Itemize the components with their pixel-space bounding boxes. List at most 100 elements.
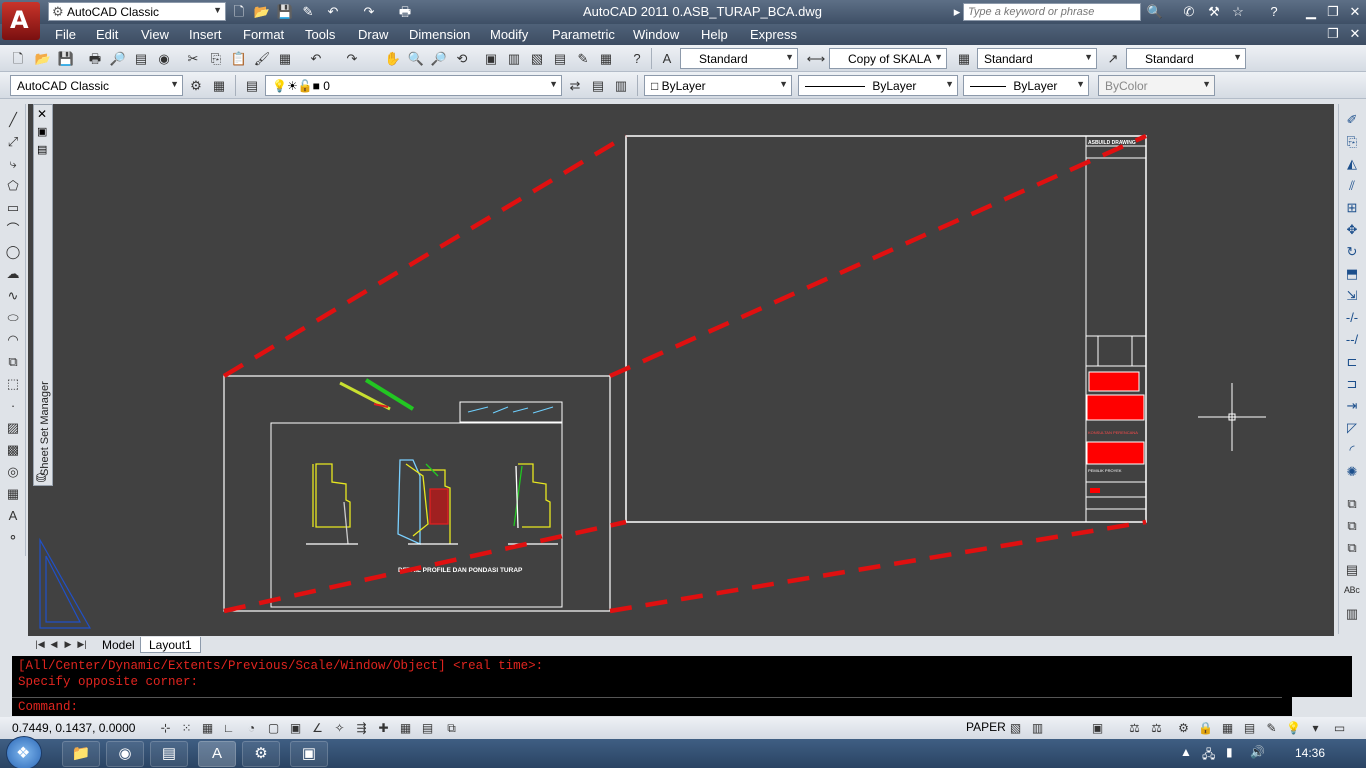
extend-icon[interactable]: --/ [1342,330,1362,350]
plot-style-select[interactable]: ByColor ▼ [1098,75,1215,96]
make-current-layer-icon[interactable]: ⇄ [565,76,585,95]
break-at-point-icon[interactable]: ⊏ [1342,352,1362,372]
tab-model[interactable]: Model [94,637,143,653]
firefox-icon[interactable]: ◉ [106,741,144,767]
add-selected-icon[interactable]: ⚬ [3,528,23,548]
multileader-style-select[interactable]: Standard ▼ [1126,48,1246,69]
status-menu-icon[interactable]: ▾ [1306,719,1325,737]
redo-icon[interactable]: ↷ [360,3,378,21]
subscription-icon[interactable]: ⚒ [1205,3,1223,21]
revision-cloud-icon[interactable]: ☁ [3,264,23,284]
spline-icon[interactable]: ∿ [3,286,23,306]
3d-object-snap-icon[interactable]: ▣ [286,719,305,737]
workspace-switching-icon[interactable]: ⚙ [1174,719,1193,737]
gradient-icon[interactable]: ▩ [3,440,23,460]
erase-icon[interactable]: ✐ [1342,110,1362,130]
menu-file[interactable]: File [55,27,76,42]
rectangle-icon[interactable]: ▭ [3,198,23,218]
redo-icon[interactable]: ↷ [342,49,362,68]
workspace-settings-icon[interactable]: ⚙ [186,76,206,95]
copy-icon[interactable]: ⎘ [206,49,226,68]
menu-tools[interactable]: Tools [305,27,335,42]
grid-display-icon[interactable]: ▦ [198,719,217,737]
publish-icon[interactable]: ▤ [131,49,151,68]
infer-constraints-icon[interactable]: ⊹ [156,719,175,737]
palette-properties-icon[interactable]: ▤ [37,143,47,156]
hardware-acceleration-icon[interactable]: ▦ [1218,719,1237,737]
join-icon[interactable]: ⇥ [1342,396,1362,416]
undo-icon[interactable]: ↶ [306,49,326,68]
help-icon[interactable]: ? [1265,3,1283,21]
sheet-set-icon[interactable]: ▤ [550,49,570,68]
construction-line-icon[interactable]: ⤢ [3,132,23,152]
network-tray-icon[interactable]: 🖧 [1202,745,1215,766]
command-scrollbar[interactable] [1292,697,1352,716]
cut-icon[interactable]: ✂ [183,49,203,68]
workspace-combo[interactable]: AutoCAD Classic ▼ [10,75,183,96]
isolate-objects-icon[interactable]: ▤ [1240,719,1259,737]
menu-draw[interactable]: Draw [358,27,388,42]
scale-icon[interactable]: ⬒ [1342,264,1362,284]
selection-cycling-icon[interactable]: ⧉ [442,719,461,737]
taskbar-clock[interactable]: 14:36 [1295,746,1325,760]
menu-parametric[interactable]: Parametric [552,27,615,42]
open-icon[interactable]: 📂 [33,49,53,68]
zoom-realtime-icon[interactable]: 🔍 [406,49,426,68]
multiline-text-icon[interactable]: A [3,506,23,526]
sheet-set-manager-palette[interactable]: ✕ ▣ ▤ Sheet Set Manager ⛁ [33,104,53,486]
layer-state-icon[interactable]: ▥ [611,76,631,95]
doc-restore-button[interactable]: ❐ [1322,25,1344,42]
minimize-button[interactable]: ▁ [1300,3,1322,20]
sheet-set-icon[interactable]: ⛁ [36,471,46,485]
dynamic-input-icon[interactable]: ⇶ [352,719,371,737]
plot-icon[interactable]: 🖶 [396,3,414,21]
save-icon[interactable]: 💾 [56,49,76,68]
open-file-icon[interactable]: 📂 [253,3,271,21]
quick-view-layouts-icon[interactable]: ▧ [1006,719,1025,737]
pan-icon[interactable]: ✋ [383,49,403,68]
spell-check-icon[interactable]: ᴬᴮᶜ [1342,582,1362,602]
plot-preview-icon[interactable]: 🔎 [108,49,128,68]
table-icon[interactable]: ▦ [3,484,23,504]
transparency-icon[interactable]: ▦ [396,719,415,737]
circle-icon[interactable]: ◯ [3,242,23,262]
undo-icon[interactable]: ↶ [324,3,342,21]
lineweight-select[interactable]: ByLayer ▼ [963,75,1089,96]
bring-front-icon[interactable]: ⧉ [1342,516,1362,536]
last-tab-icon[interactable]: ▶| [76,638,88,651]
annotation-visibility-icon[interactable]: ⚖ [1147,719,1166,737]
design-center-icon[interactable]: ▥ [504,49,524,68]
signal-tray-icon[interactable]: ▮ [1226,745,1233,759]
auto-hide-icon[interactable]: ▣ [37,125,47,138]
color-select[interactable]: □ ByLayer ▼ [644,75,792,96]
send-back-icon[interactable]: ⧉ [1342,538,1362,558]
array-icon[interactable]: ⊞ [1342,198,1362,218]
ellipse-icon[interactable]: ⬭ [3,308,23,328]
quick-properties-icon[interactable]: ▤ [418,719,437,737]
menu-window[interactable]: Window [633,27,679,42]
object-snap-tracking-icon[interactable]: ∠ [308,719,327,737]
layer-previous-icon[interactable]: ▤ [588,76,608,95]
3d-dwf-icon[interactable]: ◉ [154,49,174,68]
start-button[interactable]: ❖ [6,736,42,768]
save-icon[interactable]: 💾 [276,3,294,21]
linetype-select[interactable]: ByLayer ▼ [798,75,958,96]
hatch-icon[interactable]: ▨ [3,418,23,438]
text-above-icon[interactable]: ▤ [1342,560,1362,580]
quick-view-drawings-icon[interactable]: ▥ [1028,719,1047,737]
zoom-window-icon[interactable]: 🔎 [429,49,449,68]
offset-icon[interactable]: ⫽ [1342,176,1362,196]
save-as-icon[interactable]: ✎ [299,3,317,21]
status-bulb-icon[interactable]: 💡 [1284,719,1303,737]
palette-close-icon[interactable]: ✕ [37,107,47,121]
tool-palettes-icon[interactable]: ▧ [527,49,547,68]
explode-icon[interactable]: ✺ [1342,462,1362,482]
text-style-select[interactable]: Standard ▼ [680,48,798,69]
rotate-icon[interactable]: ↻ [1342,242,1362,262]
next-tab-icon[interactable]: ▶ [62,638,74,651]
text-style-icon[interactable]: A [657,49,677,68]
insert-block-icon[interactable]: ⧉ [3,352,23,372]
workspace-select[interactable]: ⚙ AutoCAD Classic ▼ [48,2,226,21]
break-icon[interactable]: ⊐ [1342,374,1362,394]
communication-center-icon[interactable]: ✆ [1180,3,1198,21]
